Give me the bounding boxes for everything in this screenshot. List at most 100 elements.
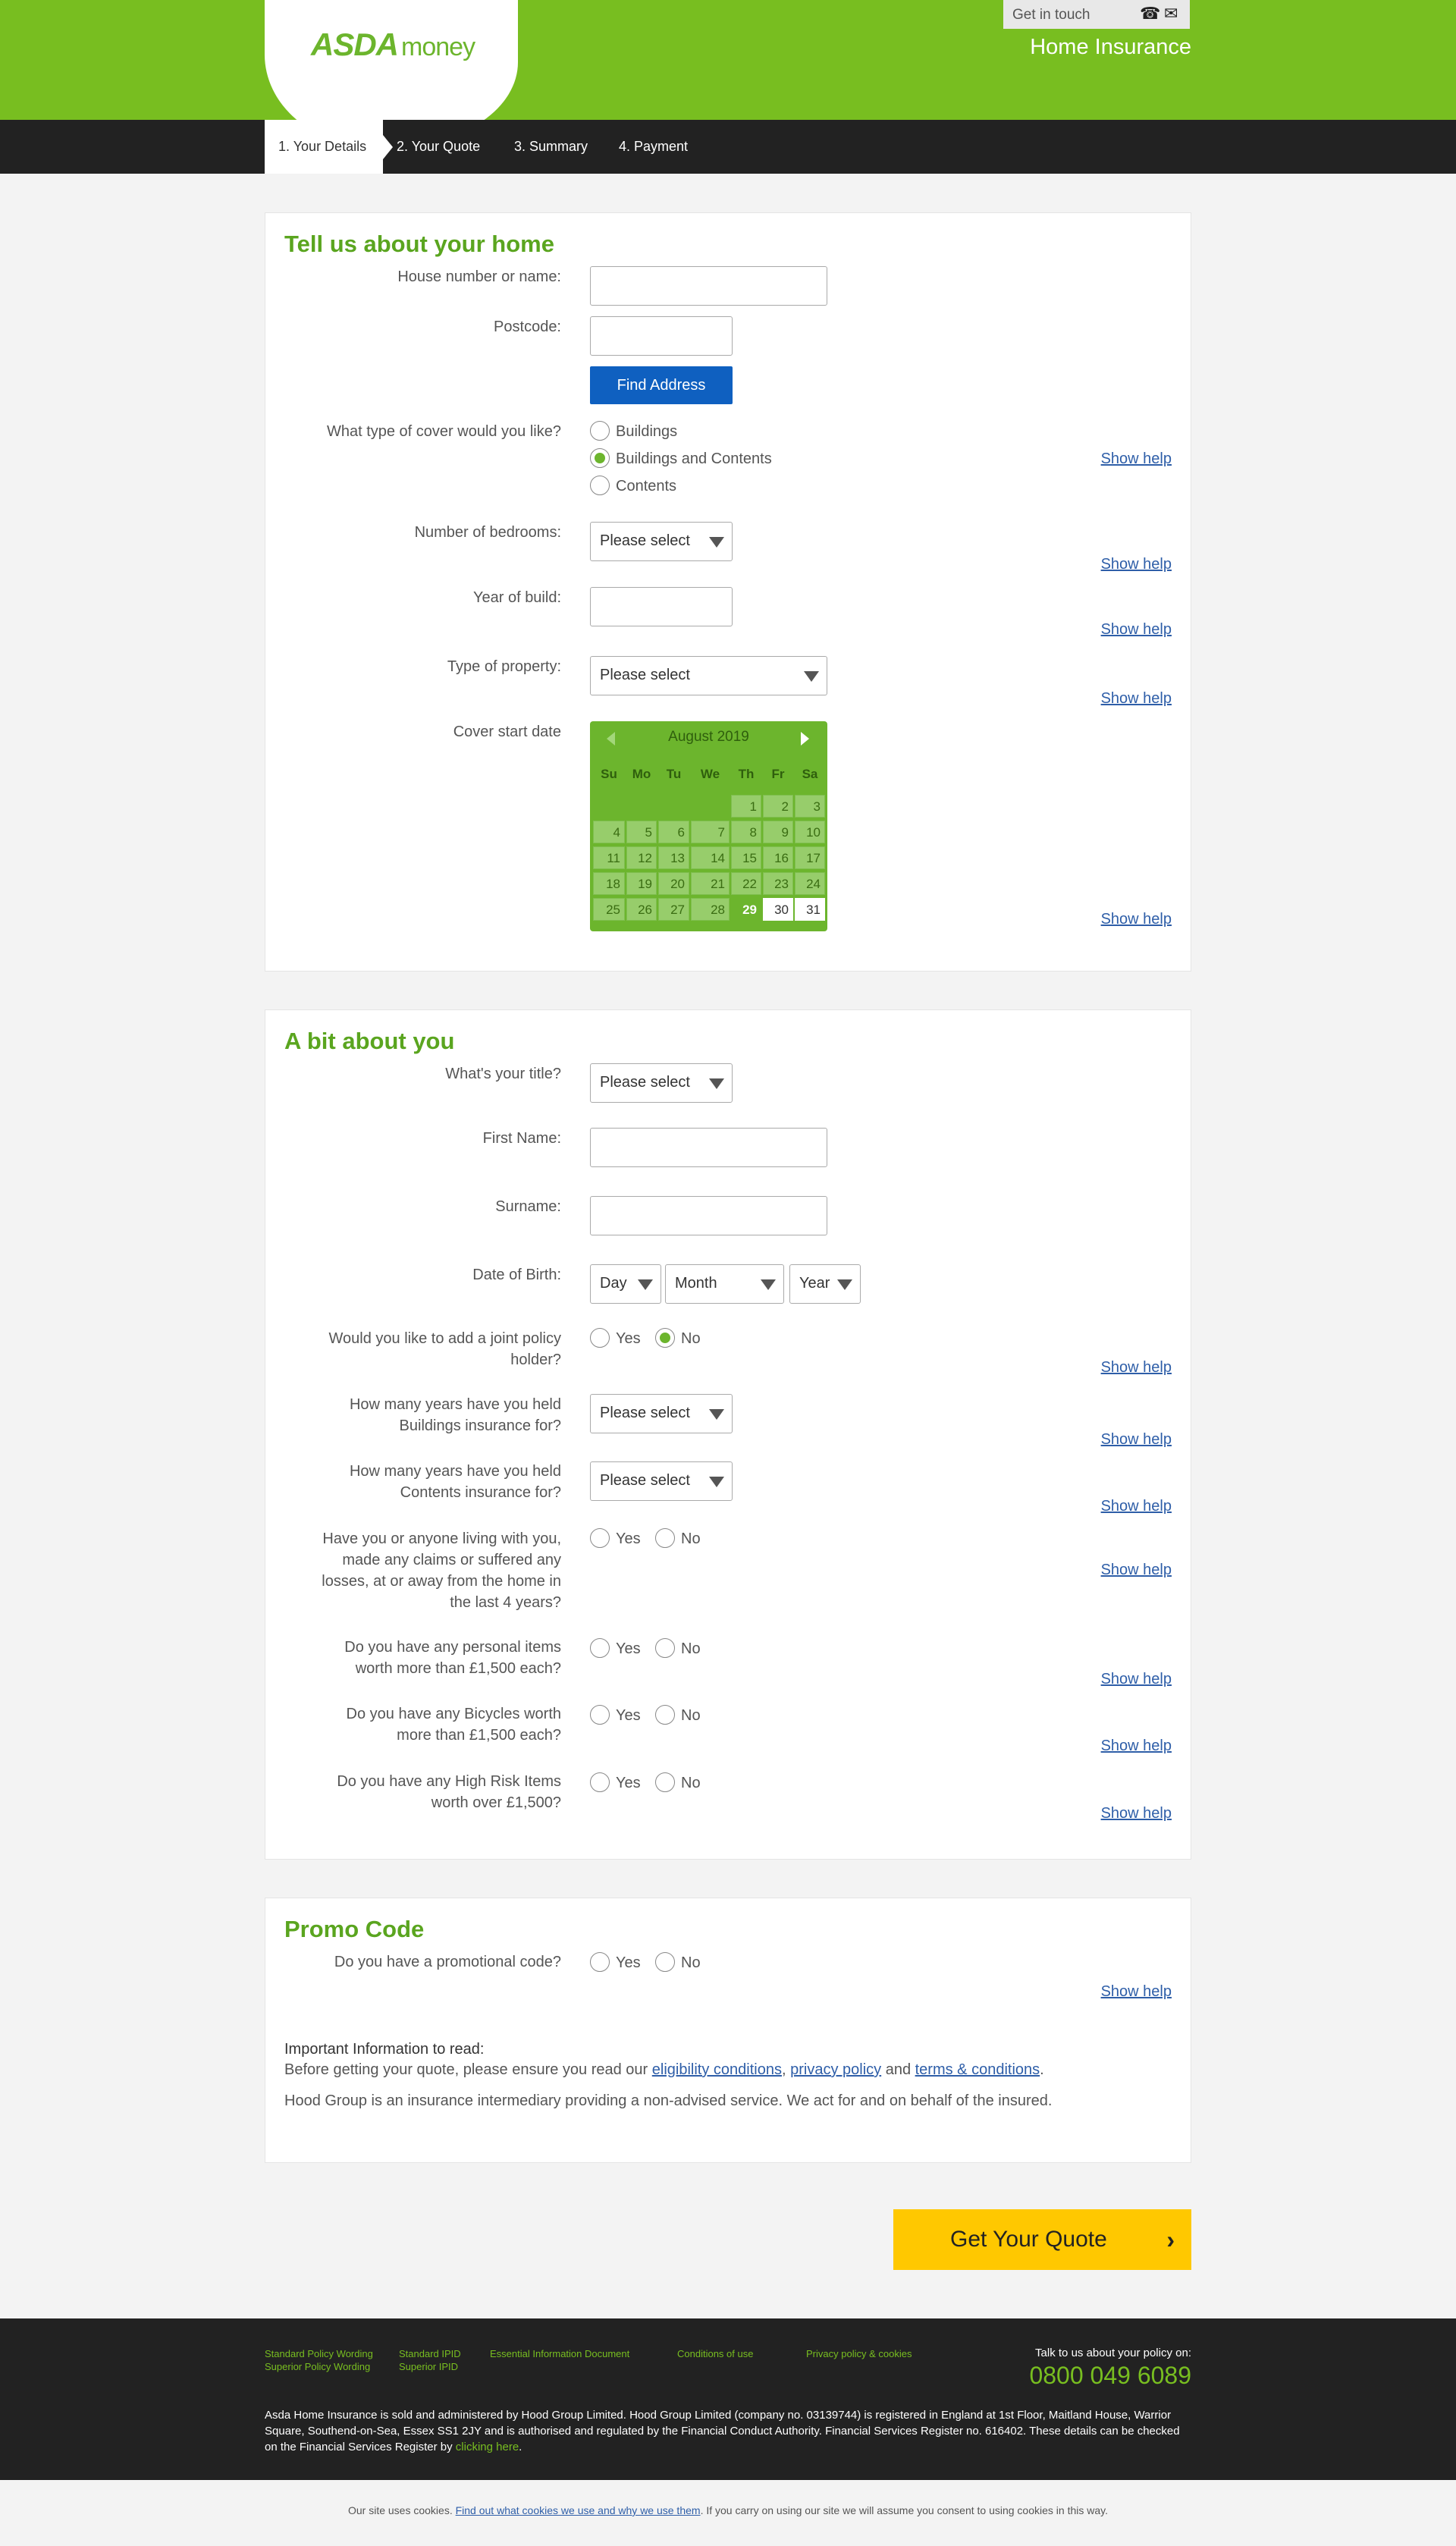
surname-input[interactable] [590, 1196, 827, 1235]
label-line: losses, at or away from the home in [322, 1573, 561, 1590]
year-of-build-label: Year of build: [472, 589, 561, 606]
calendar-day: 19 [626, 872, 657, 895]
show-help-link[interactable]: Show help [1101, 690, 1172, 708]
asda-money-logo[interactable]: ASDA money [311, 27, 475, 63]
superior-ipid-link[interactable]: Superior IPID [399, 2361, 458, 2372]
show-help-link[interactable]: Show help [1101, 621, 1172, 639]
terms-link[interactable]: terms & conditions [915, 2061, 1040, 2078]
property-type-value: Please select [600, 667, 690, 683]
cookie-text: . If you carry on using our site we will… [700, 2504, 1108, 2516]
house-input[interactable] [590, 266, 827, 306]
next-month-icon[interactable] [801, 732, 809, 746]
bedrooms-value: Please select [600, 532, 690, 549]
joint-no-radio[interactable] [655, 1328, 675, 1348]
fs-register-link[interactable]: clicking here [456, 2441, 519, 2453]
yes-label: Yes [616, 1954, 641, 1971]
label-line: worth more than £1,500 each? [355, 1660, 561, 1677]
get-your-quote-button[interactable]: Get Your Quote › [893, 2209, 1191, 2270]
eligibility-link[interactable]: eligibility conditions [652, 2061, 782, 2078]
year-of-build-input[interactable] [590, 587, 733, 626]
cover-buildings-contents-radio[interactable] [590, 448, 610, 468]
dropdown-arrow-icon [804, 671, 819, 682]
calendar-day[interactable]: 30 [763, 898, 793, 921]
contents-years-label: How many years have you held Contents ins… [350, 1461, 561, 1503]
bedrooms-select[interactable]: Please select [590, 522, 733, 561]
privacy-policy-link[interactable]: privacy policy [790, 2061, 881, 2078]
title-select[interactable]: Please select [590, 1063, 733, 1103]
conditions-of-use-link[interactable]: Conditions of use [677, 2348, 753, 2359]
high-risk-yes-radio[interactable] [590, 1772, 610, 1792]
claims-yes-radio[interactable] [590, 1528, 610, 1548]
personal-items-label: Do you have any personal items worth more… [344, 1637, 561, 1679]
footer-phone-number[interactable]: 0800 049 6089 [1029, 2362, 1191, 2390]
calendar-day: 8 [731, 821, 761, 843]
label-line: How many years have you held [349, 1396, 561, 1413]
superior-policy-wording-link[interactable]: Superior Policy Wording [265, 2361, 370, 2372]
show-help-link[interactable]: Show help [1101, 1738, 1172, 1755]
dob-year-select[interactable]: Year [789, 1264, 861, 1304]
personal-no-radio[interactable] [655, 1638, 675, 1658]
standard-ipid-link[interactable]: Standard IPID [399, 2348, 461, 2359]
dropdown-arrow-icon [709, 1078, 724, 1089]
postcode-input[interactable] [590, 316, 733, 356]
mail-icon[interactable]: ✉ [1164, 4, 1178, 24]
calendar-day: 1 [731, 795, 761, 818]
label-line: more than £1,500 each? [397, 1727, 561, 1744]
show-help-link[interactable]: Show help [1101, 911, 1172, 928]
get-in-touch-bar[interactable]: Get in touch ☎ ✉ [1003, 0, 1190, 29]
joint-yes-radio[interactable] [590, 1328, 610, 1348]
dob-month-value: Month [675, 1275, 717, 1292]
privacy-cookies-link[interactable]: Privacy policy & cookies [806, 2348, 912, 2359]
dob-day-select[interactable]: Day [590, 1264, 661, 1304]
dropdown-arrow-icon [709, 1477, 724, 1487]
cookie-info-link[interactable]: Find out what cookies we use and why we … [456, 2504, 701, 2516]
buildings-years-label: How many years have you held Buildings in… [350, 1394, 561, 1436]
show-help-link[interactable]: Show help [1101, 450, 1172, 468]
personal-yes-radio[interactable] [590, 1638, 610, 1658]
essential-info-link[interactable]: Essential Information Document [490, 2348, 629, 2359]
important-info-text: Before getting your quote, please ensure… [284, 2061, 1044, 2079]
calendar-day: 17 [795, 846, 825, 869]
calendar-day[interactable]: 31 [795, 898, 825, 921]
promo-yes-radio[interactable] [590, 1952, 610, 1972]
show-help-link[interactable]: Show help [1101, 1805, 1172, 1822]
dropdown-arrow-icon [761, 1279, 776, 1290]
calendar-day: 13 [658, 846, 689, 869]
first-name-input[interactable] [590, 1128, 827, 1167]
show-help-link[interactable]: Show help [1101, 1983, 1172, 2001]
promo-section: Promo Code Do you have a promotional cod… [265, 1898, 1191, 2163]
bicycles-no-radio[interactable] [655, 1705, 675, 1725]
property-type-select[interactable]: Please select [590, 656, 827, 695]
show-help-link[interactable]: Show help [1101, 556, 1172, 573]
find-address-button[interactable]: Find Address [590, 366, 733, 404]
phone-icon[interactable]: ☎ [1140, 4, 1160, 24]
disclaimer-text: . [519, 2441, 522, 2453]
show-help-link[interactable]: Show help [1101, 1431, 1172, 1449]
yes-label: Yes [616, 1775, 641, 1791]
cover-buildings-radio[interactable] [590, 421, 610, 441]
cover-contents-radio[interactable] [590, 476, 610, 495]
high-risk-no-radio[interactable] [655, 1772, 675, 1792]
cover-buildings-label: Buildings [616, 423, 678, 440]
cover-label: What type of cover would you like? [326, 423, 561, 440]
progress-steps: 1. Your Details 2. Your Quote 3. Summary… [0, 120, 1456, 174]
buildings-years-select[interactable]: Please select [590, 1394, 733, 1433]
label-line: Do you have any High Risk Items [337, 1773, 561, 1790]
cookie-text: Our site uses cookies. [347, 2504, 456, 2516]
standard-policy-wording-link[interactable]: Standard Policy Wording [265, 2348, 373, 2359]
claims-no-radio[interactable] [655, 1528, 675, 1548]
active-step-arrow [383, 135, 393, 159]
step-your-quote: 2. Your Quote [397, 139, 481, 154]
bicycles-yes-radio[interactable] [590, 1705, 610, 1725]
show-help-link[interactable]: Show help [1101, 1562, 1172, 1579]
no-label: No [681, 1707, 701, 1724]
buildings-years-value: Please select [600, 1405, 690, 1421]
contents-years-select[interactable]: Please select [590, 1461, 733, 1501]
show-help-link[interactable]: Show help [1101, 1498, 1172, 1515]
dob-month-select[interactable]: Month [665, 1264, 784, 1304]
calendar-day: 27 [658, 898, 689, 921]
show-help-link[interactable]: Show help [1101, 1671, 1172, 1688]
calendar-day[interactable]: 29 [731, 898, 761, 921]
show-help-link[interactable]: Show help [1101, 1359, 1172, 1377]
promo-no-radio[interactable] [655, 1952, 675, 1972]
